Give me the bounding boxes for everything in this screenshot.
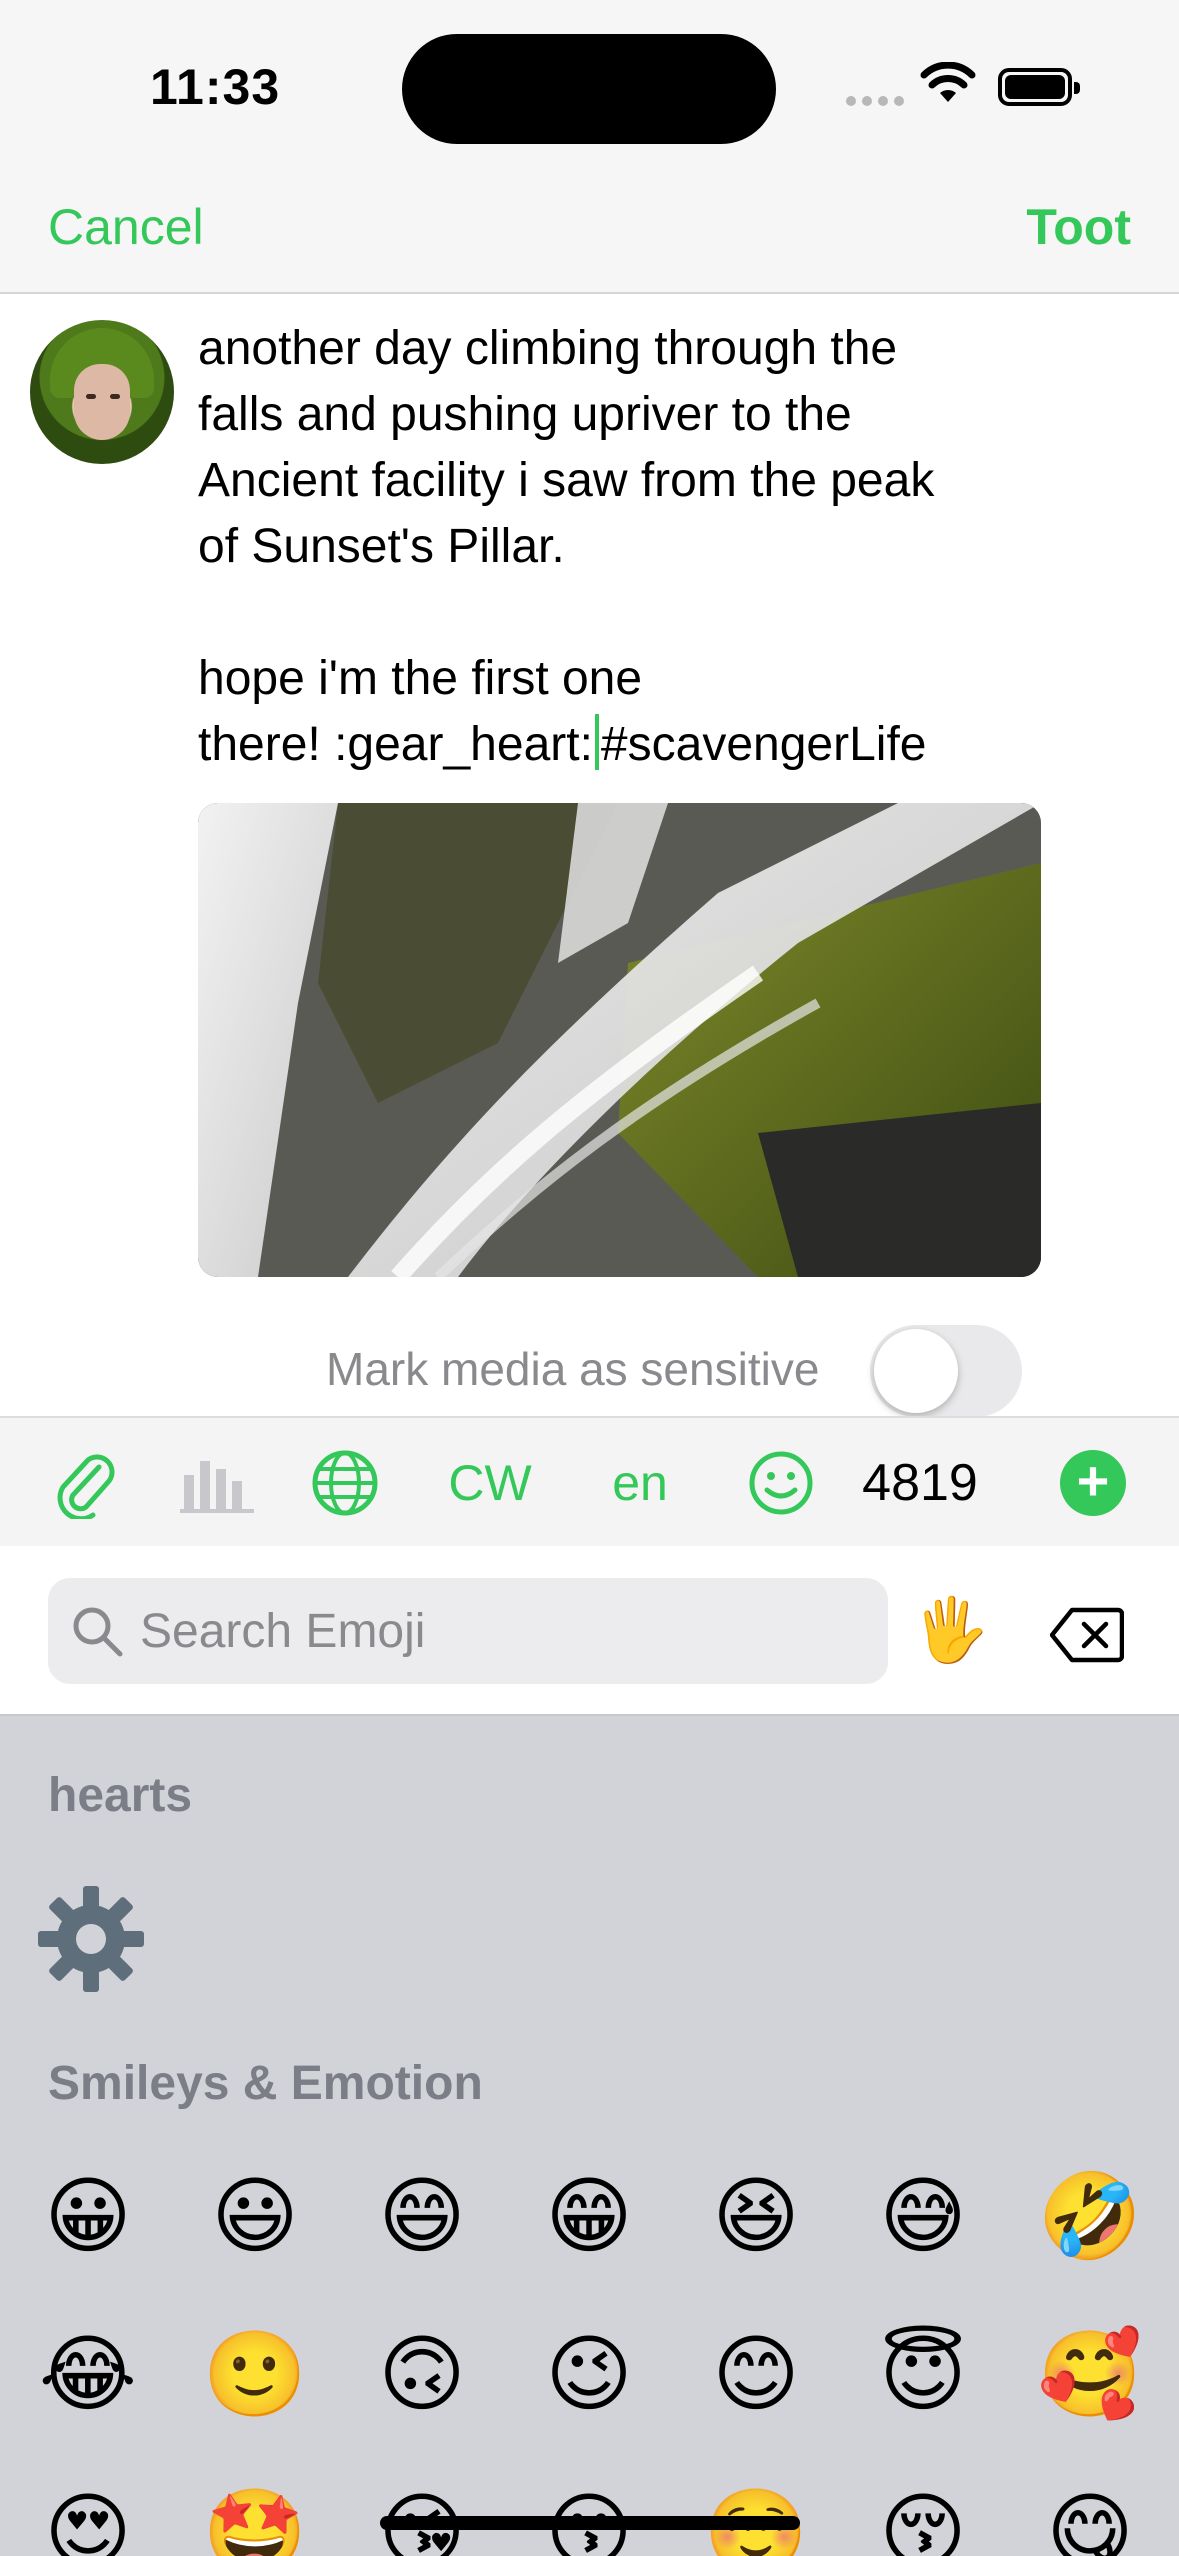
cellular-signal-icon [846,96,904,106]
character-count: 4819 [862,1454,978,1512]
cancel-button[interactable]: Cancel [48,198,204,256]
emoji-search-input[interactable] [140,1596,860,1666]
emoji-grin[interactable]: 😁 [529,2156,649,2276]
gear-icon[interactable] [36,1884,146,1994]
emoji-innocent[interactable]: 😇 [863,2314,983,2434]
emoji-kissing-heart[interactable]: 😘 [362,2472,482,2556]
status-time: 11:33 [150,59,281,115]
emoji-joy[interactable]: 😂 [28,2314,148,2434]
avatar [30,320,174,464]
emoji-smiling-hearts[interactable]: 🥰 [1030,2314,1150,2434]
emoji-relaxed[interactable]: ☺️ [696,2472,816,2556]
compose-toolbar: CW en 4819 + [0,1416,1179,1546]
emoji-rofl[interactable]: 🤣 [1030,2156,1150,2276]
home-indicator[interactable] [380,2516,800,2530]
dynamic-island [402,34,776,144]
emoji-grinning[interactable]: 😀 [28,2156,148,2276]
visibility-button[interactable] [300,1418,390,1548]
emoji-star-struck[interactable]: 🤩 [195,2472,315,2556]
globe-icon [312,1450,378,1516]
plus-icon: + [1060,1450,1126,1516]
emoji-sweat-smile[interactable]: 😅 [863,2156,983,2276]
status-bar: 11:33 [0,0,1179,170]
emoji-laughing[interactable]: 😆 [696,2156,816,2276]
backspace-icon[interactable] [1050,1606,1124,1664]
emoji-button[interactable] [736,1418,826,1548]
mark-sensitive-label: Mark media as sensitive [326,1343,820,1395]
emoji-wink[interactable]: 😉 [529,2314,649,2434]
emoji-heart-eyes[interactable]: 😍 [28,2472,148,2556]
section-title-hearts: hearts [48,1769,193,1822]
media-attachment-thumbnail[interactable] [198,803,1041,1277]
emoji-slight-smile[interactable]: 🙂 [195,2314,315,2434]
post-text-editor[interactable]: another day climbing through the falls a… [198,316,1078,778]
emoji-kissing[interactable]: 😗 [529,2472,649,2556]
smiley-icon [749,1451,813,1515]
section-title-smileys: Smileys & Emotion [48,2057,483,2110]
emoji-smiley[interactable]: 😃 [195,2156,315,2276]
post-text-before-cursor: another day climbing through the falls a… [198,322,935,771]
emoji-yum[interactable]: 😋 [1030,2472,1150,2556]
attach-media-button[interactable] [40,1418,130,1548]
emoji-search-bar: 🖐 [0,1546,1179,1716]
language-button[interactable]: en [580,1418,700,1548]
toot-button[interactable]: Toot [1026,198,1131,256]
text-cursor [594,714,599,770]
mark-sensitive-toggle[interactable] [870,1325,1022,1417]
battery-icon [998,68,1080,106]
poll-icon [180,1461,254,1513]
add-post-button[interactable]: + [1058,1418,1128,1548]
poll-button[interactable] [172,1418,262,1548]
skin-tone-button[interactable]: 🖐 [912,1594,989,1667]
emoji-smile[interactable]: 😄 [362,2156,482,2276]
search-icon [73,1607,123,1657]
emoji-blush[interactable]: 😊 [696,2314,816,2434]
compose-nav-bar: Cancel Toot [0,170,1179,294]
emoji-kissing-closed-eyes[interactable]: 😚 [863,2472,983,2556]
waterfall-image [198,803,1041,1277]
paperclip-icon [57,1454,115,1519]
content-warning-button[interactable]: CW [430,1418,550,1548]
post-text-after-cursor: #scavengerLife [600,718,927,771]
emoji-picker-panel: hearts Smileys & Emotion 😀 😃 😄 😁 😆 😅 🤣 😂… [0,1716,1179,2556]
emoji-upside-down[interactable]: 🙃 [362,2314,482,2434]
emoji-search-field[interactable] [48,1578,888,1684]
wifi-icon [920,62,976,102]
